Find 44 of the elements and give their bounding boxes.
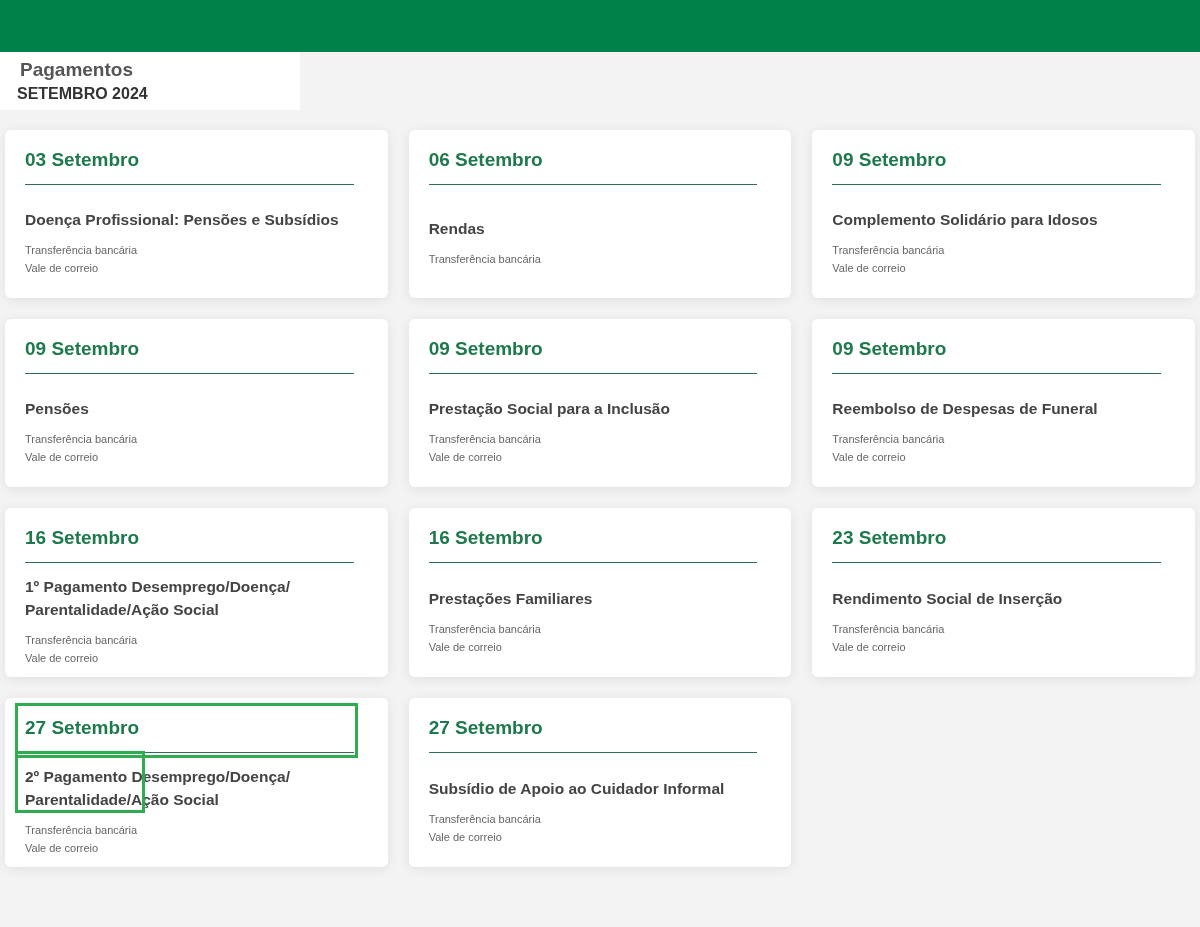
payment-date: 27 Setembro: [428, 716, 544, 740]
benefit-title: 1º Pagamento Desemprego/Doença/ Parentalidade/Ação Social: [25, 577, 291, 620]
benefit-title: Prestação Social para a Inclusão: [428, 399, 671, 419]
payment-method: Transferência bancária: [428, 811, 542, 826]
payment-method: Vale de correio: [25, 261, 100, 275]
payment-date: 16 Setembro: [428, 526, 544, 550]
benefit-title: Rendas: [428, 219, 486, 239]
payment-date: 09 Setembro: [428, 337, 544, 361]
payment-date: 09 Setembro: [832, 148, 948, 172]
benefit-title: Reembolso de Despesas de Funeral: [832, 399, 1099, 419]
payment-method: Transferência bancária: [25, 243, 139, 257]
benefit-title: Pensões: [25, 399, 90, 419]
payment-method: Vale de correio: [428, 639, 503, 654]
benefit-title: Prestações Familiares: [428, 588, 594, 609]
payment-method: Vale de correio: [428, 829, 503, 844]
payment-method: Transferência bancária: [25, 633, 139, 647]
page-title: Pagamentos: [19, 58, 134, 82]
payment-method: Transferência bancária: [428, 621, 542, 636]
payment-date: 16 Setembro: [25, 526, 141, 550]
payment-method: Transferência bancária: [428, 252, 542, 266]
benefit-title: Subsídio de Apoio ao Cuidador Informal: [428, 778, 726, 799]
payment-method: Transferência bancária: [832, 621, 946, 636]
payment-method: Vale de correio: [832, 450, 907, 464]
payment-method: Vale de correio: [832, 639, 907, 654]
payment-method: Vale de correio: [428, 450, 503, 464]
benefit-title: Rendimento Social de Inserção: [832, 588, 1064, 609]
payment-method: Vale de correio: [25, 450, 100, 464]
payment-method: Transferência bancária: [428, 432, 542, 446]
payment-date: 09 Setembro: [832, 337, 948, 361]
payment-date: 09 Setembro: [25, 337, 141, 361]
payment-method: Transferência bancária: [832, 432, 946, 446]
payment-method: Transferência bancária: [832, 243, 946, 257]
payment-method: Transferência bancária: [25, 432, 139, 446]
payment-date: 23 Setembro: [832, 526, 948, 550]
payment-method: Transferência bancária: [25, 823, 139, 837]
payment-method: Vale de correio: [25, 651, 100, 665]
benefit-title: Doença Profissional: Pensões e Subsídios: [25, 210, 340, 230]
month-heading: SETEMBRO 2024: [17, 84, 149, 104]
payment-date: 03 Setembro: [25, 148, 141, 172]
benefit-title: Complemento Solidário para Idosos: [832, 210, 1099, 230]
payment-method: Vale de correio: [832, 261, 907, 275]
payment-date: 06 Setembro: [428, 148, 544, 172]
payment-method: Vale de correio: [25, 841, 100, 855]
payment-date: 27 Setembro: [25, 716, 141, 740]
